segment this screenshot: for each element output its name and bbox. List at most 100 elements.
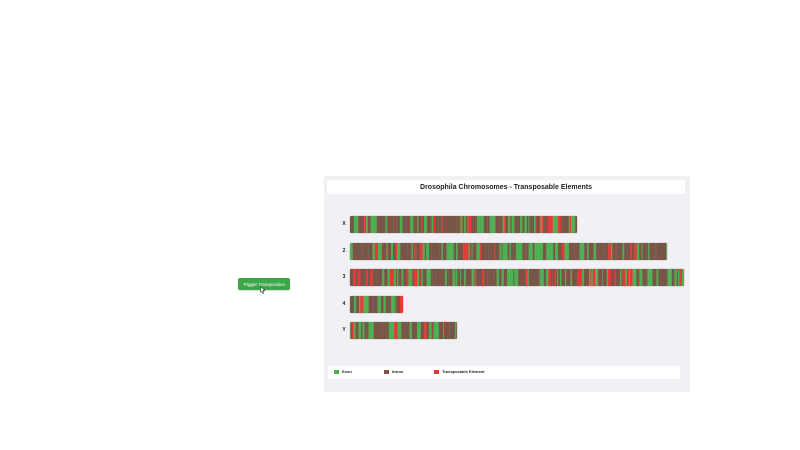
- chromosome-segment: [383, 295, 386, 313]
- chromosome-segment: [574, 242, 577, 260]
- chromosome-segment: [647, 269, 649, 286]
- chromosome-segment: [667, 269, 670, 286]
- chromosome-bar-x[interactable]: [350, 216, 577, 233]
- chromosome-segment: [490, 242, 493, 260]
- chromosome-segment: [367, 242, 369, 260]
- chromosome-segment: [615, 269, 621, 286]
- chromosome-segment: [410, 216, 413, 233]
- chromosome-segment: [518, 269, 523, 286]
- chromosome-segment: [678, 269, 680, 286]
- chromosome-segment: [538, 269, 540, 286]
- chromosome-segment: [489, 216, 492, 233]
- chromosome-segment: [367, 216, 371, 233]
- chromosome-segment: [524, 216, 527, 233]
- chromosome-segment: [397, 295, 401, 313]
- chromosome-segment: [393, 216, 397, 233]
- chromosome-segment: [624, 242, 627, 260]
- chromosome-segment: [596, 242, 599, 260]
- chromosome-segment: [353, 322, 356, 339]
- chromosome-segment: [351, 322, 354, 339]
- chromosome-segment: [390, 322, 393, 339]
- chromosome-segment: [419, 242, 423, 260]
- chromosome-segment: [397, 242, 401, 260]
- chromosome-segment: [551, 242, 554, 260]
- chromosome-segment: [376, 216, 380, 233]
- chromosome-segment: [410, 242, 412, 260]
- chromosome-segment: [438, 322, 444, 339]
- chromosome-segment: [422, 242, 425, 260]
- chromosome-segment: [393, 242, 396, 260]
- chromosome-bar-3[interactable]: [350, 269, 684, 286]
- chromosome-label-3: 3: [342, 274, 346, 280]
- chromosome-segment: [443, 322, 449, 339]
- chromosome-segment: [361, 242, 364, 260]
- chromosome-segment: [602, 269, 607, 286]
- chromosome-segment: [366, 216, 368, 233]
- chromosome-segment: [584, 242, 588, 260]
- chromosome-segment: [400, 242, 405, 260]
- chromosome-segment: [361, 322, 363, 339]
- chromosome-bar-4[interactable]: [350, 295, 403, 313]
- chromosome-bar-y[interactable]: [350, 322, 457, 339]
- chromosome-segment: [350, 242, 353, 260]
- chromosome-segment: [433, 216, 436, 233]
- chromosome-segment: [479, 242, 482, 260]
- chromosome-segment: [642, 242, 647, 260]
- chromosome-segment: [565, 269, 567, 286]
- chromosome-segment: [540, 269, 543, 286]
- chromosome-segment: [364, 216, 367, 233]
- chromosome-segment: [420, 269, 422, 286]
- chromosome-segment: [444, 269, 447, 286]
- chromosome-segment: [377, 295, 381, 313]
- legend-label-intron: Intron: [392, 369, 404, 374]
- chromosome-segment: [552, 216, 555, 233]
- transposable-element-swatch: [434, 369, 439, 374]
- chromosome-segment: [499, 242, 502, 260]
- chromosome-segment: [503, 269, 508, 286]
- chromosome-segment: [453, 242, 457, 260]
- chromosome-segment: [652, 269, 657, 286]
- chromosome-segment: [666, 242, 667, 260]
- chromosome-label-x: X: [342, 221, 346, 227]
- chromosome-segment: [397, 322, 401, 339]
- chromosome-segment: [363, 242, 368, 260]
- chromosome-segment: [564, 242, 566, 260]
- chromosome-segment: [653, 242, 656, 260]
- chromosome-segment: [631, 242, 635, 260]
- chromosome-segment: [546, 242, 549, 260]
- chromosome-segment: [554, 216, 558, 233]
- chromosome-bar-2[interactable]: [350, 242, 667, 260]
- chromosome-segment: [471, 216, 476, 233]
- chromosome-segment: [428, 322, 432, 339]
- chromosome-segment: [436, 322, 440, 339]
- chromosome-segment: [650, 269, 652, 286]
- chromosome-segment: [534, 269, 539, 286]
- chromosome-segment: [661, 269, 666, 286]
- chromosome-segment: [385, 322, 387, 339]
- chromosome-segment: [590, 269, 592, 286]
- chromosome-segment: [513, 242, 517, 260]
- chromosome-segment: [402, 295, 403, 313]
- chromosome-segment: [432, 269, 436, 286]
- chromosome-segment: [369, 269, 373, 286]
- chromosome-segment: [618, 242, 623, 260]
- chromosome-segment: [606, 269, 609, 286]
- chromosome-segment: [561, 269, 566, 286]
- chromosome-segment: [368, 242, 373, 260]
- chromosome-segment: [426, 322, 430, 339]
- chromosome-segment: [405, 269, 407, 286]
- chromosome-segment: [499, 269, 502, 286]
- chromosome-segment: [582, 269, 585, 286]
- chromosome-segment: [465, 269, 469, 286]
- chromosome-segment: [452, 269, 455, 286]
- chromosome-segment: [671, 269, 675, 286]
- chromosome-segment: [582, 242, 585, 260]
- chromosome-segment: [478, 242, 481, 260]
- chromosome-segment: [396, 295, 398, 313]
- chromosome-segment: [439, 216, 442, 233]
- chromosome-segment: [378, 242, 380, 260]
- chromosome-segment: [460, 216, 463, 233]
- chromosome-segment: [456, 242, 458, 260]
- chromosome-segment: [579, 242, 583, 260]
- chromosome-segment: [522, 242, 524, 260]
